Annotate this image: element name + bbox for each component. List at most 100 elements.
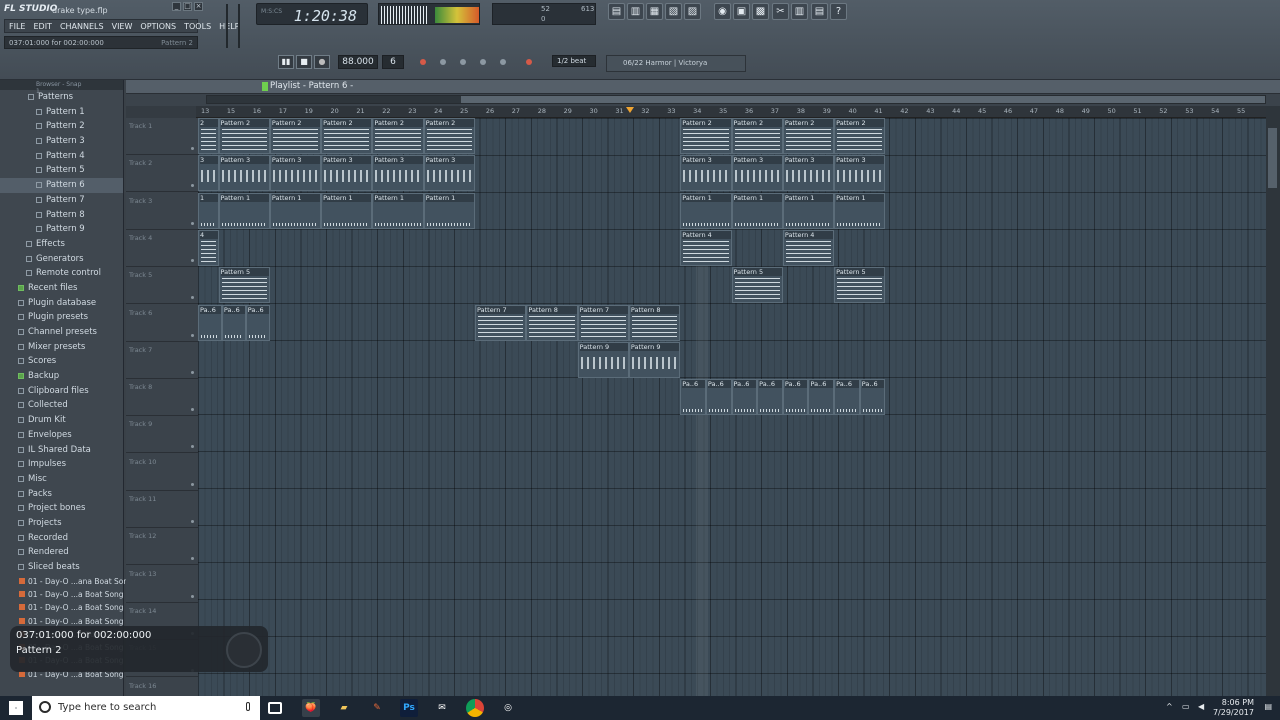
- playlist-clip[interactable]: Pattern 2: [782, 118, 835, 154]
- playlist-clip[interactable]: 2: [198, 118, 219, 154]
- metronome-icon[interactable]: [420, 59, 426, 65]
- task-view-icon[interactable]: [268, 702, 282, 714]
- playlist-clip[interactable]: Pattern 5: [834, 267, 886, 304]
- menu-edit[interactable]: EDIT: [29, 20, 55, 32]
- browser-item-generators[interactable]: Generators: [0, 252, 123, 267]
- playlist-clip[interactable]: Pattern 2: [680, 118, 732, 154]
- master-volume-track[interactable]: [226, 4, 228, 48]
- scroll-thumb[interactable]: [461, 96, 1265, 103]
- playlist-icon[interactable]: ▤: [608, 3, 625, 20]
- track-header[interactable]: Track 5: [126, 267, 198, 305]
- vertical-scrollbar[interactable]: [1266, 106, 1280, 696]
- playlist-clip[interactable]: Pattern 2: [321, 118, 373, 154]
- browser-file-item[interactable]: 01 - Day-O ...a Boat Song 3: [0, 601, 131, 614]
- browser-item-plugin-database[interactable]: Plugin database: [0, 296, 123, 311]
- playlist-clip[interactable]: Pattern 1: [423, 192, 476, 229]
- app-icon[interactable]: ✎: [368, 699, 386, 717]
- track-mute-led[interactable]: [191, 482, 194, 486]
- tempo-display[interactable]: 88.000: [338, 55, 378, 69]
- browser-item-pattern-7[interactable]: Pattern 7: [0, 193, 123, 208]
- track-mute-led[interactable]: [191, 258, 194, 262]
- playlist-clip[interactable]: Pattern 2: [218, 118, 270, 154]
- timeline-ruler[interactable]: 13 15 16 17 19 20 21 22 23 24 25 26 27 28 29 30 31 32 33 34…: [196, 106, 1266, 118]
- playlist-clip[interactable]: Pa..6: [680, 379, 706, 416]
- playlist-clip[interactable]: Pattern 3: [218, 155, 270, 192]
- playlist-clip[interactable]: Pa..6: [859, 379, 886, 416]
- file-explorer-icon[interactable]: ▰: [335, 699, 353, 717]
- pattern-selector[interactable]: 6: [382, 55, 404, 69]
- track-mute-led[interactable]: [191, 184, 194, 188]
- playlist-clip[interactable]: Pa..6: [221, 304, 246, 341]
- playlist-clip[interactable]: Pattern 8: [628, 304, 681, 341]
- playlist-clip[interactable]: Pattern 7: [577, 304, 629, 341]
- track-mute-led[interactable]: [191, 296, 194, 300]
- windows-start-icon[interactable]: [9, 701, 23, 715]
- hint-panel[interactable]: 06/22 Harmor | Victorya: [606, 55, 746, 72]
- playlist-clip[interactable]: Pattern 3: [423, 155, 476, 192]
- browser-item-scores[interactable]: Scores: [0, 354, 123, 369]
- blend-notes-icon[interactable]: [480, 59, 486, 65]
- loop-record-icon[interactable]: [500, 59, 506, 65]
- taskbar-search-input[interactable]: Type here to search: [32, 696, 260, 720]
- minimize-icon[interactable]: _: [172, 2, 181, 11]
- track-header[interactable]: Track 4: [126, 230, 198, 267]
- play-button[interactable]: ▮▮: [278, 55, 294, 69]
- playlist-clip[interactable]: Pattern 1: [782, 192, 835, 229]
- cpu-icon[interactable]: ▥: [791, 3, 808, 20]
- playlist-clip[interactable]: Pattern 1: [321, 192, 373, 229]
- playlist-clip[interactable]: 4: [198, 229, 219, 266]
- menu-view[interactable]: VIEW: [108, 20, 137, 32]
- browser-item-pattern-6[interactable]: Pattern 6: [0, 178, 123, 193]
- browser-item-pattern-1[interactable]: Pattern 1: [0, 105, 123, 120]
- playlist-clip[interactable]: Pattern 3: [269, 155, 322, 192]
- playlist-clip[interactable]: Pa..6: [705, 379, 732, 416]
- playlist-clip[interactable]: Pattern 3: [680, 155, 732, 192]
- channel-rack-icon[interactable]: ▦: [646, 3, 663, 20]
- master-volume-sliders[interactable]: [222, 2, 246, 50]
- playlist-clip[interactable]: 1: [198, 192, 219, 229]
- browser-item-impulses[interactable]: Impulses: [0, 457, 123, 472]
- track-mute-led[interactable]: [191, 594, 194, 598]
- playlist-clip[interactable]: Pattern 1: [680, 192, 732, 229]
- wait-for-input-icon[interactable]: [440, 59, 446, 65]
- playlist-clip[interactable]: Pattern 2: [834, 118, 886, 154]
- track-header[interactable]: Track 3: [126, 193, 198, 230]
- render-icon[interactable]: ▩: [752, 3, 769, 20]
- browser-item-recent-files[interactable]: Recent files: [0, 281, 123, 296]
- play-pattern-icon[interactable]: [262, 82, 268, 91]
- playlist-clip[interactable]: Pattern 4: [782, 229, 835, 266]
- playlist-clip[interactable]: Pattern 1: [834, 192, 886, 229]
- playlist-clip[interactable]: Pa..6: [245, 304, 270, 341]
- track-mute-led[interactable]: [191, 370, 194, 374]
- track-header[interactable]: Track 11: [126, 491, 198, 528]
- mixer-icon[interactable]: ▧: [665, 3, 682, 20]
- master-pitch-track[interactable]: [238, 4, 240, 48]
- menu-channels[interactable]: CHANNELS: [56, 20, 108, 32]
- close-icon[interactable]: ×: [194, 2, 203, 11]
- playlist-clip[interactable]: Pa..6: [834, 379, 860, 416]
- playlist-clip[interactable]: Pattern 9: [628, 341, 681, 378]
- track-mute-led[interactable]: [191, 408, 194, 412]
- browser-item-pattern-4[interactable]: Pattern 4: [0, 149, 123, 164]
- menu-options[interactable]: OPTIONS: [136, 20, 180, 32]
- menu-file[interactable]: FILE: [5, 20, 29, 32]
- track-header[interactable]: Track 12: [126, 528, 198, 566]
- browser-item-rendered[interactable]: Rendered: [0, 545, 123, 560]
- browser-item-effects[interactable]: Effects: [0, 237, 123, 252]
- fl-studio-taskbar-icon[interactable]: 🍑: [302, 699, 320, 717]
- browser-header[interactable]: Browser - Snap 1: [0, 80, 123, 95]
- horizontal-scrollbar[interactable]: [206, 95, 1266, 104]
- playhead-marker[interactable]: [626, 107, 634, 113]
- playlist-clip[interactable]: Pattern 4: [680, 229, 732, 266]
- notifications-icon[interactable]: ▤: [1264, 702, 1272, 711]
- countdown-icon[interactable]: [460, 59, 466, 65]
- track-header[interactable]: Track 7: [126, 342, 198, 379]
- browser-item-pattern-2[interactable]: Pattern 2: [0, 119, 123, 134]
- browser-item-collected[interactable]: Collected: [0, 398, 123, 413]
- browser-item-pattern-3[interactable]: Pattern 3: [0, 134, 123, 149]
- playlist-grid[interactable]: 2 Pattern 2 Pattern 2 Pattern 2 Pattern 2 Pat…: [198, 118, 1266, 696]
- browser-item-pattern-9[interactable]: Pattern 9: [0, 222, 123, 237]
- playlist-clip[interactable]: Pattern 5: [731, 267, 783, 304]
- playlist-clip[interactable]: Pattern 3: [731, 155, 783, 192]
- tools-icon[interactable]: ✂: [772, 3, 789, 20]
